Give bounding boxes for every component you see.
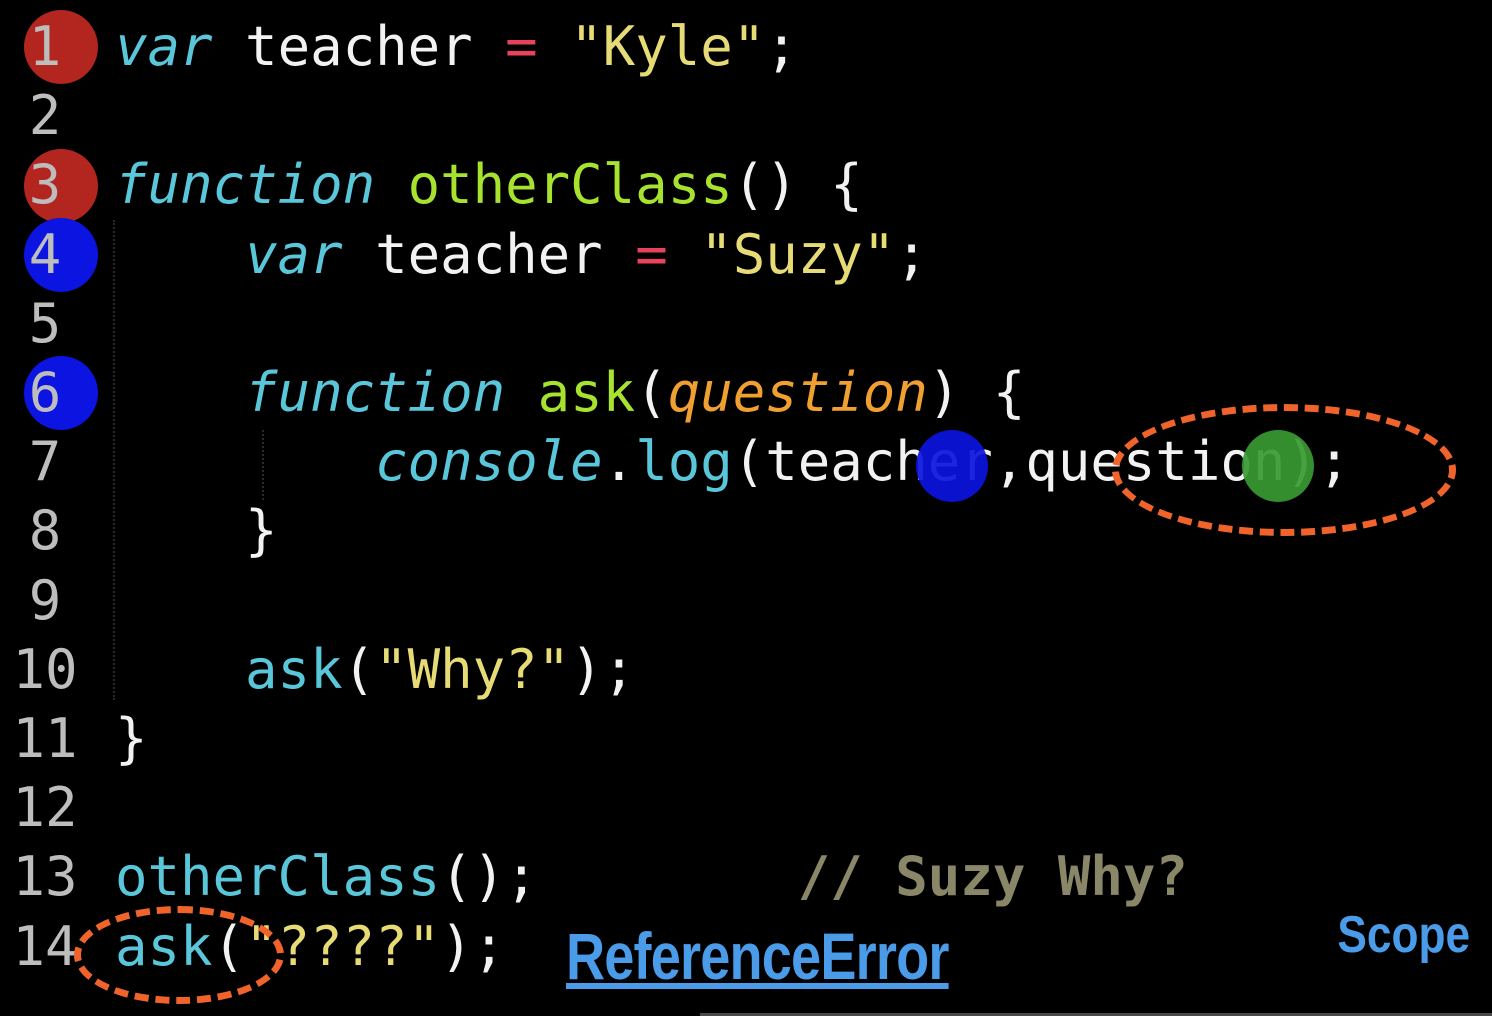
code-token: teacher <box>342 222 636 286</box>
code-text: ask("Why?"); <box>115 635 635 705</box>
line-number: 3 <box>28 153 62 217</box>
code-token: ; <box>765 15 798 78</box>
code-token: ) { <box>927 361 1026 424</box>
code-token: (); <box>440 845 538 909</box>
code-text: function ask(question) { <box>115 358 1025 428</box>
code-token: ask <box>245 637 343 701</box>
line-number: 14 <box>12 914 78 978</box>
scope-title: Scope <box>1337 906 1470 964</box>
code-token: function <box>245 361 506 424</box>
code-token: ); <box>570 637 636 701</box>
code-token: "Kyle" <box>570 15 766 78</box>
line-number: 2 <box>28 84 62 148</box>
code-text: } <box>115 704 148 774</box>
code-token: ( <box>342 637 376 701</box>
code-text: otherClass(); // Suzy Why? <box>115 842 1188 912</box>
code-token: question <box>667 361 928 424</box>
code-token: // Suzy Why? <box>797 845 1188 909</box>
ask-call-highlight-ellipse <box>74 906 284 1004</box>
code-token: otherClass <box>115 845 441 909</box>
reference-error-link[interactable]: ReferenceError <box>566 918 949 994</box>
line-number: 6 <box>28 361 62 424</box>
code-token: function <box>115 153 376 217</box>
line-number: 5 <box>28 291 62 355</box>
code-token: = <box>635 222 668 286</box>
code-token: ( <box>635 361 668 424</box>
line-number: 11 <box>12 707 78 770</box>
code-text: var teacher = "Kyle"; <box>115 12 798 82</box>
code-text: var teacher = "Suzy"; <box>115 220 928 290</box>
line-number: 1 <box>28 15 62 78</box>
code-token: ); <box>440 914 506 978</box>
code-token: = <box>505 15 538 78</box>
line-number: 13 <box>12 845 78 909</box>
code-editor: 1 var teacher = "Kyle"; 2 3 function otherCl… <box>0 0 1492 1016</box>
line-number: 12 <box>12 776 78 840</box>
code-token: ; <box>895 222 928 286</box>
code-token: var <box>115 15 213 78</box>
code-text: function otherClass() { <box>115 150 863 220</box>
code-token: console <box>375 430 603 494</box>
line-number: 7 <box>28 430 62 494</box>
question-highlight-ellipse <box>1112 404 1456 536</box>
code-token: teacher <box>212 15 506 78</box>
code-token: ask <box>537 361 636 424</box>
code-text: } <box>115 496 278 566</box>
code-token: var <box>245 222 343 286</box>
line-number: 8 <box>28 499 62 563</box>
code-token: otherClass <box>407 153 733 217</box>
teacher-scope-dot-icon <box>916 430 988 502</box>
code-token: } <box>115 707 148 770</box>
code-token: . <box>602 430 636 494</box>
line-number: 10 <box>12 637 78 701</box>
code-token: () { <box>732 153 863 217</box>
code-token: "Why?" <box>375 637 571 701</box>
code-token: "Suzy" <box>700 222 896 286</box>
code-token: log <box>635 430 733 494</box>
line-number: 4 <box>28 222 62 286</box>
line-number: 9 <box>28 568 62 632</box>
code-token: } <box>115 499 278 563</box>
